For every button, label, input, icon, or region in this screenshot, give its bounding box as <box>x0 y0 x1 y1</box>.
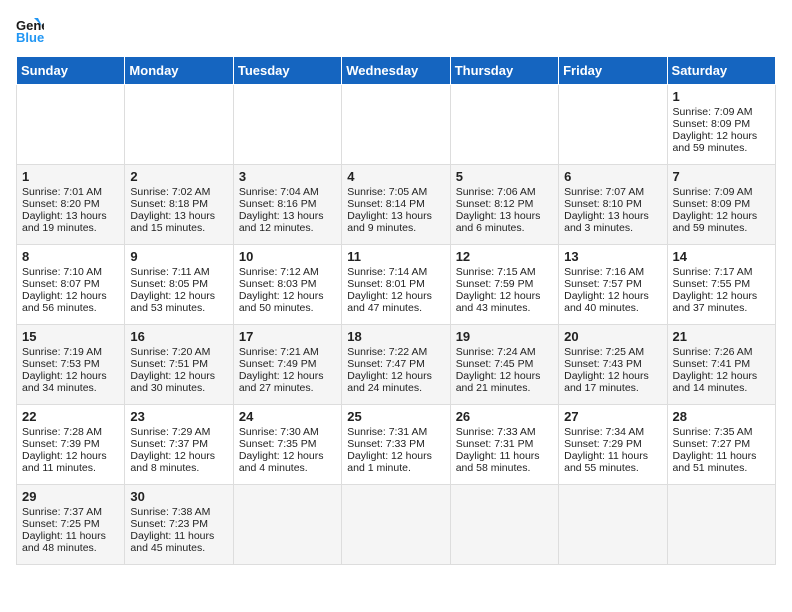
calendar-cell: 21Sunrise: 7:26 AMSunset: 7:41 PMDayligh… <box>667 325 775 405</box>
calendar-cell: 10Sunrise: 7:12 AMSunset: 8:03 PMDayligh… <box>233 245 341 325</box>
calendar-cell: 1Sunrise: 7:01 AMSunset: 8:20 PMDaylight… <box>17 165 125 245</box>
svg-text:Blue: Blue <box>16 30 44 44</box>
day-number: 23 <box>130 409 227 424</box>
day-number: 9 <box>130 249 227 264</box>
calendar-cell <box>233 485 341 565</box>
calendar-week-2: 1Sunrise: 7:01 AMSunset: 8:20 PMDaylight… <box>17 165 776 245</box>
logo: General Blue <box>16 16 48 44</box>
day-number: 28 <box>673 409 770 424</box>
day-number: 8 <box>22 249 119 264</box>
day-number: 4 <box>347 169 444 184</box>
calendar-cell <box>233 85 341 165</box>
day-number: 12 <box>456 249 553 264</box>
dow-header-sunday: Sunday <box>17 57 125 85</box>
day-number: 18 <box>347 329 444 344</box>
calendar-cell <box>450 85 558 165</box>
calendar-cell: 20Sunrise: 7:25 AMSunset: 7:43 PMDayligh… <box>559 325 667 405</box>
day-number: 22 <box>22 409 119 424</box>
calendar-week-6: 29Sunrise: 7:37 AMSunset: 7:25 PMDayligh… <box>17 485 776 565</box>
calendar-cell <box>342 85 450 165</box>
day-number: 3 <box>239 169 336 184</box>
calendar-cell: 24Sunrise: 7:30 AMSunset: 7:35 PMDayligh… <box>233 405 341 485</box>
calendar-cell: 19Sunrise: 7:24 AMSunset: 7:45 PMDayligh… <box>450 325 558 405</box>
day-number: 27 <box>564 409 661 424</box>
dow-header-wednesday: Wednesday <box>342 57 450 85</box>
calendar-cell: 17Sunrise: 7:21 AMSunset: 7:49 PMDayligh… <box>233 325 341 405</box>
calendar-cell: 12Sunrise: 7:15 AMSunset: 7:59 PMDayligh… <box>450 245 558 325</box>
day-number: 7 <box>673 169 770 184</box>
day-number: 15 <box>22 329 119 344</box>
day-number: 6 <box>564 169 661 184</box>
calendar-cell: 25Sunrise: 7:31 AMSunset: 7:33 PMDayligh… <box>342 405 450 485</box>
day-number: 30 <box>130 489 227 504</box>
calendar-cell: 16Sunrise: 7:20 AMSunset: 7:51 PMDayligh… <box>125 325 233 405</box>
calendar-cell: 15Sunrise: 7:19 AMSunset: 7:53 PMDayligh… <box>17 325 125 405</box>
calendar-cell: 22Sunrise: 7:28 AMSunset: 7:39 PMDayligh… <box>17 405 125 485</box>
day-number: 1 <box>673 89 770 104</box>
calendar-cell <box>559 85 667 165</box>
calendar-cell: 28Sunrise: 7:35 AMSunset: 7:27 PMDayligh… <box>667 405 775 485</box>
calendar-cell: 29Sunrise: 7:37 AMSunset: 7:25 PMDayligh… <box>17 485 125 565</box>
day-number: 16 <box>130 329 227 344</box>
calendar-week-1: 1Sunrise: 7:09 AMSunset: 8:09 PMDaylight… <box>17 85 776 165</box>
calendar-cell: 14Sunrise: 7:17 AMSunset: 7:55 PMDayligh… <box>667 245 775 325</box>
calendar-cell <box>450 485 558 565</box>
calendar-cell: 18Sunrise: 7:22 AMSunset: 7:47 PMDayligh… <box>342 325 450 405</box>
page-header: General Blue <box>16 16 776 44</box>
day-number: 2 <box>130 169 227 184</box>
calendar-week-4: 15Sunrise: 7:19 AMSunset: 7:53 PMDayligh… <box>17 325 776 405</box>
calendar-cell: 3Sunrise: 7:04 AMSunset: 8:16 PMDaylight… <box>233 165 341 245</box>
calendar-cell <box>342 485 450 565</box>
day-number: 10 <box>239 249 336 264</box>
day-number: 25 <box>347 409 444 424</box>
calendar-cell: 30Sunrise: 7:38 AMSunset: 7:23 PMDayligh… <box>125 485 233 565</box>
day-number: 26 <box>456 409 553 424</box>
dow-header-tuesday: Tuesday <box>233 57 341 85</box>
calendar-cell: 26Sunrise: 7:33 AMSunset: 7:31 PMDayligh… <box>450 405 558 485</box>
calendar-cell: 8Sunrise: 7:10 AMSunset: 8:07 PMDaylight… <box>17 245 125 325</box>
calendar-week-5: 22Sunrise: 7:28 AMSunset: 7:39 PMDayligh… <box>17 405 776 485</box>
calendar-cell <box>17 85 125 165</box>
day-number: 13 <box>564 249 661 264</box>
day-number: 14 <box>673 249 770 264</box>
calendar-cell <box>125 85 233 165</box>
calendar-cell <box>667 485 775 565</box>
calendar-cell: 7Sunrise: 7:09 AMSunset: 8:09 PMDaylight… <box>667 165 775 245</box>
logo-icon: General Blue <box>16 16 44 44</box>
calendar-cell: 9Sunrise: 7:11 AMSunset: 8:05 PMDaylight… <box>125 245 233 325</box>
day-number: 5 <box>456 169 553 184</box>
calendar-cell: 23Sunrise: 7:29 AMSunset: 7:37 PMDayligh… <box>125 405 233 485</box>
calendar-cell <box>559 485 667 565</box>
day-number: 11 <box>347 249 444 264</box>
calendar-cell: 2Sunrise: 7:02 AMSunset: 8:18 PMDaylight… <box>125 165 233 245</box>
dow-header-monday: Monday <box>125 57 233 85</box>
dow-header-friday: Friday <box>559 57 667 85</box>
dow-header-saturday: Saturday <box>667 57 775 85</box>
calendar-cell: 4Sunrise: 7:05 AMSunset: 8:14 PMDaylight… <box>342 165 450 245</box>
day-number: 20 <box>564 329 661 344</box>
calendar-cell: 13Sunrise: 7:16 AMSunset: 7:57 PMDayligh… <box>559 245 667 325</box>
calendar-week-3: 8Sunrise: 7:10 AMSunset: 8:07 PMDaylight… <box>17 245 776 325</box>
day-number: 19 <box>456 329 553 344</box>
day-number: 24 <box>239 409 336 424</box>
calendar-table: SundayMondayTuesdayWednesdayThursdayFrid… <box>16 56 776 565</box>
calendar-cell: 11Sunrise: 7:14 AMSunset: 8:01 PMDayligh… <box>342 245 450 325</box>
day-number: 29 <box>22 489 119 504</box>
calendar-cell: 27Sunrise: 7:34 AMSunset: 7:29 PMDayligh… <box>559 405 667 485</box>
day-number: 21 <box>673 329 770 344</box>
dow-header-thursday: Thursday <box>450 57 558 85</box>
day-number: 17 <box>239 329 336 344</box>
calendar-cell: 5Sunrise: 7:06 AMSunset: 8:12 PMDaylight… <box>450 165 558 245</box>
day-number: 1 <box>22 169 119 184</box>
calendar-cell: 1Sunrise: 7:09 AMSunset: 8:09 PMDaylight… <box>667 85 775 165</box>
calendar-cell: 6Sunrise: 7:07 AMSunset: 8:10 PMDaylight… <box>559 165 667 245</box>
